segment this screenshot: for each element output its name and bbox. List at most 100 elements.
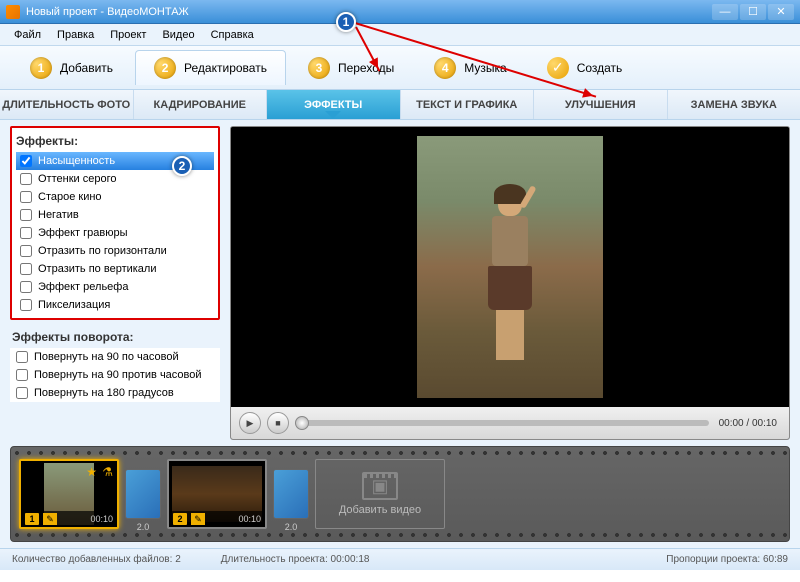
rotate-checkbox[interactable] bbox=[16, 387, 28, 399]
steps-bar: 1 Добавить 2 Редактировать 3 Переходы 4 … bbox=[0, 46, 800, 90]
step-transitions[interactable]: 3 Переходы bbox=[290, 51, 412, 85]
effect-label: Пикселизация bbox=[38, 299, 110, 311]
preview-pane: ▶ ■ 00:00 / 00:10 bbox=[230, 126, 790, 440]
effect-label: Эффект рельефа bbox=[38, 281, 128, 293]
effect-label: Негатив bbox=[38, 209, 79, 221]
step-music[interactable]: 4 Музыка bbox=[416, 51, 524, 85]
step-check-icon: ✓ bbox=[547, 57, 569, 79]
step-add[interactable]: 1 Добавить bbox=[12, 51, 131, 85]
effects-title: Эффекты: bbox=[16, 132, 214, 152]
playback-controls: ▶ ■ 00:00 / 00:10 bbox=[231, 407, 789, 439]
step-5-label: Создать bbox=[577, 61, 623, 75]
effects-list[interactable]: Насыщенность Оттенки серого Старое кино … bbox=[16, 152, 214, 314]
timeline[interactable]: ★ ⚗ 1 ✎ 00:10 2.0 2 ✎ 00:10 2.0 bbox=[10, 446, 790, 542]
pencil-icon[interactable]: ✎ bbox=[43, 513, 57, 525]
rotate-checkbox[interactable] bbox=[16, 351, 28, 363]
rotate-checkbox[interactable] bbox=[16, 369, 28, 381]
clip-number: 1 bbox=[25, 513, 39, 525]
effect-checkbox[interactable] bbox=[20, 209, 32, 221]
maximize-button[interactable]: ☐ bbox=[740, 4, 766, 20]
step-edit[interactable]: 2 Редактировать bbox=[135, 50, 286, 85]
menu-edit[interactable]: Правка bbox=[49, 27, 102, 43]
effect-saturation[interactable]: Насыщенность bbox=[16, 152, 214, 170]
subtab-text[interactable]: ТЕКСТ И ГРАФИКА bbox=[401, 90, 535, 119]
effect-label: Оттенки серого bbox=[38, 173, 116, 185]
effect-checkbox[interactable] bbox=[20, 191, 32, 203]
timeline-clip-1[interactable]: ★ ⚗ 1 ✎ 00:10 bbox=[19, 459, 119, 529]
menu-project[interactable]: Проект bbox=[102, 27, 154, 43]
effect-checkbox[interactable] bbox=[20, 227, 32, 239]
effect-label: Отразить по горизонтали bbox=[38, 245, 167, 257]
status-files: Количество добавленных файлов: 2 bbox=[12, 554, 181, 565]
rotate-90-ccw[interactable]: Повернуть на 90 против часовой bbox=[10, 366, 220, 384]
step-2-icon: 2 bbox=[154, 57, 176, 79]
flask-icon: ⚗ bbox=[102, 465, 113, 479]
status-duration: Длительность проекта: 00:00:18 bbox=[221, 554, 370, 565]
transition-duration: 2.0 bbox=[274, 522, 308, 532]
menu-file[interactable]: Файл bbox=[6, 27, 49, 43]
titlebar: Новый проект - ВидеоМОНТАЖ — ☐ ✕ bbox=[0, 0, 800, 24]
step-1-label: Добавить bbox=[60, 61, 113, 75]
effect-label: Насыщенность bbox=[38, 155, 115, 167]
effect-checkbox[interactable] bbox=[20, 263, 32, 275]
timeline-wrap: ★ ⚗ 1 ✎ 00:10 2.0 2 ✎ 00:10 2.0 bbox=[0, 440, 800, 548]
statusbar: Количество добавленных файлов: 2 Длитель… bbox=[0, 548, 800, 570]
step-4-icon: 4 bbox=[434, 57, 456, 79]
effect-pixelate[interactable]: Пикселизация bbox=[16, 296, 214, 314]
transition-2[interactable]: 2.0 bbox=[273, 469, 309, 519]
effect-flip-v[interactable]: Отразить по вертикали bbox=[16, 260, 214, 278]
rotate-label: Повернуть на 180 градусов bbox=[34, 387, 174, 399]
effect-checkbox[interactable] bbox=[20, 155, 32, 167]
timeline-clip-2[interactable]: 2 ✎ 00:10 bbox=[167, 459, 267, 529]
effect-label: Отразить по вертикали bbox=[38, 263, 156, 275]
pencil-icon[interactable]: ✎ bbox=[191, 513, 205, 525]
transition-1[interactable]: 2.0 bbox=[125, 469, 161, 519]
effects-box: Эффекты: Насыщенность Оттенки серого Ста… bbox=[10, 126, 220, 320]
close-button[interactable]: ✕ bbox=[768, 4, 794, 20]
step-3-label: Переходы bbox=[338, 61, 394, 75]
subtab-enhance[interactable]: УЛУЧШЕНИЯ bbox=[534, 90, 668, 119]
play-button[interactable]: ▶ bbox=[239, 412, 261, 434]
clip-duration: 00:10 bbox=[238, 514, 261, 524]
film-icon: ▣ bbox=[362, 472, 398, 500]
effect-checkbox[interactable] bbox=[20, 173, 32, 185]
step-3-icon: 3 bbox=[308, 57, 330, 79]
effect-checkbox[interactable] bbox=[20, 245, 32, 257]
status-ratio: Пропорции проекта: 60:89 bbox=[666, 554, 788, 565]
subtab-effects[interactable]: ЭФФЕКТЫ bbox=[267, 90, 401, 119]
effect-negative[interactable]: Негатив bbox=[16, 206, 214, 224]
effect-flip-h[interactable]: Отразить по горизонтали bbox=[16, 242, 214, 260]
effect-engraving[interactable]: Эффект гравюры bbox=[16, 224, 214, 242]
stop-button[interactable]: ■ bbox=[267, 412, 289, 434]
effect-label: Старое кино bbox=[38, 191, 102, 203]
add-video-button[interactable]: ▣ Добавить видео bbox=[315, 459, 445, 529]
window-title: Новый проект - ВидеоМОНТАЖ bbox=[26, 6, 189, 18]
time-display: 00:00 / 00:10 bbox=[715, 418, 781, 429]
app-icon bbox=[6, 5, 20, 19]
subtab-duration[interactable]: ДЛИТЕЛЬНОСТЬ ФОТО bbox=[0, 90, 134, 119]
rotate-180[interactable]: Повернуть на 180 градусов bbox=[10, 384, 220, 402]
effect-relief[interactable]: Эффект рельефа bbox=[16, 278, 214, 296]
rotate-title: Эффекты поворота: bbox=[10, 324, 220, 348]
effect-label: Эффект гравюры bbox=[38, 227, 128, 239]
minimize-button[interactable]: — bbox=[712, 4, 738, 20]
clip-duration: 00:10 bbox=[90, 514, 113, 524]
progress-knob[interactable] bbox=[295, 416, 309, 430]
effect-checkbox[interactable] bbox=[20, 299, 32, 311]
effect-old-cinema[interactable]: Старое кино bbox=[16, 188, 214, 206]
star-icon: ★ bbox=[86, 465, 97, 479]
step-1-icon: 1 bbox=[30, 57, 52, 79]
menu-video[interactable]: Видео bbox=[154, 27, 202, 43]
subtab-crop[interactable]: КАДРИРОВАНИЕ bbox=[134, 90, 268, 119]
rotate-label: Повернуть на 90 против часовой bbox=[34, 369, 202, 381]
effect-checkbox[interactable] bbox=[20, 281, 32, 293]
add-video-label: Добавить видео bbox=[339, 504, 421, 516]
subtab-sound[interactable]: ЗАМЕНА ЗВУКА bbox=[668, 90, 800, 119]
progress-bar[interactable] bbox=[295, 420, 709, 426]
subtabs-bar: ДЛИТЕЛЬНОСТЬ ФОТО КАДРИРОВАНИЕ ЭФФЕКТЫ Т… bbox=[0, 90, 800, 120]
effect-grayscale[interactable]: Оттенки серого bbox=[16, 170, 214, 188]
main-area: Эффекты: Насыщенность Оттенки серого Ста… bbox=[0, 120, 800, 440]
rotate-90-cw[interactable]: Повернуть на 90 по часовой bbox=[10, 348, 220, 366]
menu-help[interactable]: Справка bbox=[203, 27, 262, 43]
rotate-label: Повернуть на 90 по часовой bbox=[34, 351, 179, 363]
